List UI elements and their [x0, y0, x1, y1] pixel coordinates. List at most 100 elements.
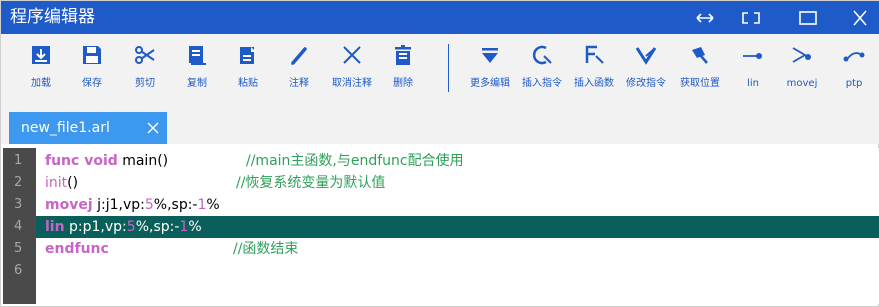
copy-icon — [189, 46, 206, 65]
code-text: movej j:j1,vp:5%,sp:-1% — [45, 196, 220, 214]
insert-function-button[interactable]: 插入函数 — [568, 34, 620, 102]
maximize-icon — [799, 11, 817, 25]
get-position-button[interactable]: 获取位置 — [672, 34, 728, 102]
title-bar: 程序编辑器 — [1, 1, 879, 34]
program-editor-window: 程序编辑器 加载 保存 剪切 复制 粘贴 注释 取消注释 删除 更多编辑 插入指… — [0, 0, 879, 307]
function-name: init — [45, 175, 68, 191]
code-rest: %,sp:- — [135, 219, 180, 235]
code-text: endfunc — [45, 240, 109, 258]
split-icon — [742, 12, 760, 24]
tab-bar: new_file1.arl — [1, 102, 879, 144]
modify-instruction-icon — [635, 47, 657, 65]
swap-button[interactable] — [690, 5, 720, 31]
number-literal: 5 — [144, 197, 154, 213]
code-rest: () — [67, 175, 79, 191]
uncomment-label: 取消注释 — [332, 78, 372, 89]
comment-icon — [291, 47, 307, 65]
more-edit-button[interactable]: 更多编辑 — [464, 34, 516, 102]
movej-icon — [792, 47, 811, 63]
insert-instruction-label: 插入指令 — [522, 78, 562, 89]
more-edit-label: 更多编辑 — [470, 78, 510, 89]
copy-label: 复制 — [187, 78, 207, 89]
code-text: func void main() — [45, 152, 168, 170]
save-icon — [83, 46, 101, 64]
tab-label: new_file1.arl — [21, 120, 110, 136]
close-icon[interactable] — [147, 122, 159, 134]
movej-label: movej — [786, 78, 818, 89]
insert-instruction-button[interactable]: 插入指令 — [516, 34, 568, 102]
code-rest: j:j1,vp: — [92, 197, 145, 213]
close-icon — [853, 10, 867, 26]
insert-function-icon — [585, 45, 604, 64]
cut-button[interactable]: 剪切 — [127, 34, 163, 102]
code-rest: % — [206, 197, 220, 213]
comment-button[interactable]: 注释 — [281, 34, 317, 102]
get-position-label: 获取位置 — [680, 78, 720, 89]
paste-icon — [240, 47, 256, 64]
code-line-4-active[interactable]: lin p:p1,vp:5%,sp:-1% — [36, 216, 879, 238]
insert-instruction-icon — [532, 45, 552, 65]
code-rest: p:p1,vp: — [64, 219, 127, 235]
number-literal: 5 — [126, 219, 136, 235]
maximize-button[interactable] — [793, 5, 823, 31]
code-comment: //恢复系统变量为默认值 — [236, 175, 386, 191]
close-window-button[interactable] — [845, 5, 875, 31]
save-label: 保存 — [82, 78, 102, 89]
window-title: 程序编辑器 — [10, 7, 95, 27]
code-line-5[interactable]: endfunc //函数结束 — [36, 238, 879, 260]
lin-label: lin — [747, 78, 759, 89]
code-comment: //函数结束 — [233, 241, 299, 257]
line-number: 5 — [14, 241, 23, 256]
keyword: lin — [45, 219, 65, 235]
save-button[interactable]: 保存 — [74, 34, 110, 102]
ptp-button[interactable]: ptp — [836, 34, 872, 102]
code-rest: % — [188, 219, 202, 235]
tab-new-file1[interactable]: new_file1.arl — [9, 112, 167, 144]
modify-instruction-label: 修改指令 — [626, 78, 666, 89]
line-number: 4 — [14, 219, 23, 234]
line-number: 1 — [14, 153, 23, 168]
more-edit-icon — [482, 48, 498, 63]
code-comment: //main主函数,与endfunc配合使用 — [246, 153, 464, 169]
scissors-icon — [135, 46, 155, 64]
code-line-1[interactable]: func void main() //main主函数,与endfunc配合使用 — [36, 150, 879, 172]
copy-button[interactable]: 复制 — [179, 34, 215, 102]
load-button[interactable]: 加载 — [23, 34, 59, 102]
code-line-2[interactable]: init() //恢复系统变量为默认值 — [36, 172, 879, 194]
code-rest: main() — [117, 153, 169, 169]
movej-button[interactable]: movej — [784, 34, 820, 102]
ptp-label: ptp — [845, 78, 863, 89]
trash-icon — [395, 45, 411, 65]
line-number: 6 — [14, 263, 23, 278]
swap-icon — [696, 13, 714, 23]
lin-icon — [743, 53, 762, 59]
line-number-gutter: 1 2 3 4 5 6 — [3, 148, 36, 304]
modify-instruction-button[interactable]: 修改指令 — [620, 34, 672, 102]
toolbar-separator — [448, 44, 449, 92]
lin-button[interactable]: lin — [735, 34, 771, 102]
split-view-button[interactable] — [736, 5, 766, 31]
get-position-icon — [692, 47, 708, 64]
cut-label: 剪切 — [135, 78, 155, 89]
uncomment-button[interactable]: 取消注释 — [324, 34, 380, 102]
line-number: 2 — [14, 175, 23, 190]
line-number: 3 — [14, 197, 23, 212]
uncomment-icon — [343, 46, 361, 64]
keyword: endfunc — [45, 241, 109, 257]
code-editor[interactable]: 1 2 3 4 5 6 func void main() //main主函数,与… — [3, 148, 879, 304]
load-label: 加载 — [31, 78, 51, 89]
insert-function-label: 插入函数 — [574, 78, 614, 89]
code-text: init() — [45, 174, 78, 192]
code-line-6[interactable] — [36, 260, 879, 282]
ptp-icon — [843, 52, 865, 62]
load-icon — [32, 46, 50, 64]
code-line-3[interactable]: movej j:j1,vp:5%,sp:-1% — [36, 194, 879, 216]
number-literal: 1 — [179, 219, 189, 235]
code-text: lin p:p1,vp:5%,sp:-1% — [45, 218, 202, 236]
paste-button[interactable]: 粘贴 — [230, 34, 266, 102]
delete-label: 删除 — [393, 78, 413, 89]
comment-label: 注释 — [289, 78, 309, 89]
delete-button[interactable]: 删除 — [385, 34, 421, 102]
code-rest: %,sp:- — [153, 197, 198, 213]
keyword: movej — [45, 197, 93, 213]
